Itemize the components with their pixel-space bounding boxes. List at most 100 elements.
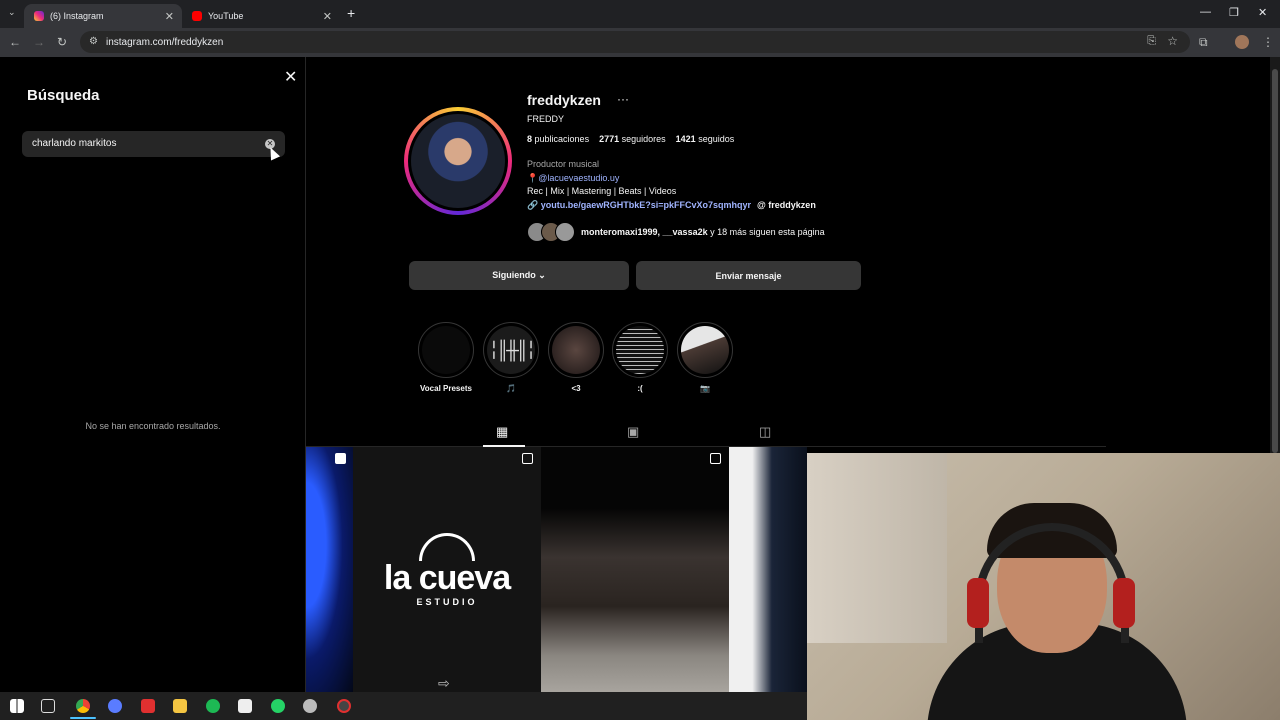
lacueva-logo-arch xyxy=(419,533,475,561)
avatar xyxy=(555,222,575,242)
search-input-value[interactable]: charlando markitos xyxy=(32,138,116,149)
restore-icon[interactable]: ❐ xyxy=(1229,6,1239,19)
avatar-image xyxy=(411,114,505,208)
highlight-label: 📷 xyxy=(700,384,710,393)
file-explorer-icon[interactable] xyxy=(173,699,187,713)
following-button[interactable]: Siguiendo ⌄ xyxy=(409,261,629,290)
post-thumbnail[interactable] xyxy=(541,447,729,692)
profile-stats: 8 publicaciones 2771 seguidores 1421 seg… xyxy=(527,134,734,144)
followed-by[interactable]: monteromaxi1999, __vassa2k y 18 más sigu… xyxy=(527,222,825,242)
tab-list-icon[interactable]: ⌄ xyxy=(8,7,16,18)
instagram-icon xyxy=(34,11,44,21)
search-input[interactable]: charlando markitos ✕ xyxy=(22,131,285,157)
install-app-icon[interactable]: ⎘ xyxy=(1147,35,1156,48)
close-tab-icon[interactable]: ✕ xyxy=(323,10,332,23)
bio-category: Productor musical xyxy=(527,159,600,169)
search-title: Búsqueda xyxy=(27,87,100,104)
highlight-label: 🎵 xyxy=(506,384,516,393)
highlight-item[interactable]: :( xyxy=(612,322,668,393)
tab-youtube[interactable]: YouTube ✕ xyxy=(182,4,340,28)
close-window-icon[interactable]: ✕ xyxy=(1258,6,1267,19)
chrome-icon[interactable] xyxy=(76,699,90,713)
carousel-icon xyxy=(522,453,533,464)
recorder-icon[interactable] xyxy=(337,699,351,713)
stat-posts: 8 publicaciones xyxy=(527,134,590,144)
highlight-cover: ╎║╫║╎ xyxy=(483,322,539,378)
highlight-label: Vocal Presets xyxy=(420,384,472,393)
webcam-curtain xyxy=(807,453,947,643)
highlight-label: :( xyxy=(637,384,643,393)
whatsapp-icon[interactable] xyxy=(271,699,285,713)
bookmark-star-icon[interactable]: ☆ xyxy=(1167,34,1178,48)
highlight-cover xyxy=(418,322,474,378)
waveform-icon: ╎║╫║╎ xyxy=(487,326,536,374)
highlight-cover xyxy=(677,322,733,378)
send-message-button[interactable]: Enviar mensaje xyxy=(636,261,861,290)
avatar xyxy=(408,111,508,211)
more-options-icon[interactable]: ··· xyxy=(617,92,629,106)
reel-icon xyxy=(335,453,346,464)
browser-app-icon[interactable] xyxy=(108,699,122,713)
capcut-icon[interactable] xyxy=(238,699,252,713)
highlight-cover xyxy=(548,322,604,378)
close-tab-icon[interactable]: ✕ xyxy=(165,10,174,23)
reels-icon[interactable]: ▣ xyxy=(627,424,639,440)
youtube-icon xyxy=(192,11,202,21)
highlight-label: <3 xyxy=(571,384,581,393)
carousel-icon xyxy=(710,453,721,464)
highlight-item[interactable]: <3 xyxy=(548,322,604,393)
highlight-cover xyxy=(612,322,668,378)
minimize-icon[interactable]: — xyxy=(1200,6,1211,18)
app-icon[interactable] xyxy=(303,699,317,713)
windows-taskbar xyxy=(0,692,807,720)
bio-mention-link[interactable]: 📍@lacuevaestudio.uy xyxy=(527,173,619,184)
headphone-earcup xyxy=(1113,578,1135,628)
search-panel: Búsqueda ✕ charlando markitos ✕ No se ha… xyxy=(0,57,306,692)
scrollbar-thumb[interactable] xyxy=(1272,69,1278,453)
stat-following[interactable]: 1421 seguidos xyxy=(676,134,735,144)
windows-start-icon[interactable] xyxy=(10,699,24,713)
stat-followers[interactable]: 2771 seguidores xyxy=(599,134,666,144)
back-icon[interactable]: ← xyxy=(9,34,21,50)
forward-icon[interactable]: → xyxy=(33,34,45,50)
profile-username: freddykzen xyxy=(527,92,601,108)
lacueva-logo-title: la cueva xyxy=(383,559,511,597)
site-info-icon[interactable]: ⚙ xyxy=(89,36,98,47)
new-tab-icon[interactable]: + xyxy=(347,5,355,21)
menu-kebab-icon[interactable]: ⋮ xyxy=(1262,34,1274,50)
tab-instagram[interactable]: (6) Instagram ✕ xyxy=(24,4,182,28)
story-ring[interactable] xyxy=(404,107,512,215)
share-arrow-icon: ⇨ xyxy=(438,675,450,691)
webcam-overlay xyxy=(807,453,1280,720)
threads-icon: @ xyxy=(757,200,766,210)
link-icon: 🔗 xyxy=(527,200,539,210)
grid-icon[interactable]: ▦ xyxy=(496,424,508,440)
no-results-message: No se han encontrado resultados. xyxy=(85,421,221,431)
profile-avatar[interactable] xyxy=(1235,35,1249,49)
browser-toolbar: ← → ↻ ⚙ instagram.com/freddykzen ⎘ ☆ ⧉ ⋮ xyxy=(0,28,1280,57)
highlight-item[interactable]: ╎║╫║╎ 🎵 xyxy=(483,322,539,393)
url-text: instagram.com/freddykzen xyxy=(106,36,224,48)
media-app-icon[interactable] xyxy=(141,699,155,713)
browser-tab-bar: ⌄ (6) Instagram ✕ YouTube ✕ + — ❐ ✕ xyxy=(0,0,1280,28)
close-icon[interactable]: ✕ xyxy=(284,67,297,87)
headphone-earcup xyxy=(967,578,989,628)
post-thumbnail[interactable] xyxy=(729,447,807,692)
bio-external-link[interactable]: 🔗 youtu.be/gaewRGHTbkE?si=pkFFCvXo7sqmhq… xyxy=(527,200,751,211)
highlight-item[interactable]: 📷 xyxy=(677,322,733,393)
page-scrollbar[interactable] xyxy=(1270,57,1280,453)
threads-link[interactable]: @ freddykzen xyxy=(757,200,816,210)
active-app-indicator xyxy=(70,717,96,719)
highlight-item[interactable]: Vocal Presets xyxy=(418,322,474,393)
reload-icon[interactable]: ↻ xyxy=(57,34,67,50)
tab-youtube-label: YouTube xyxy=(208,11,244,21)
spotify-icon[interactable] xyxy=(206,699,220,713)
address-bar[interactable]: ⚙ instagram.com/freddykzen ⎘ ☆ xyxy=(80,31,1190,53)
post-thumbnail[interactable] xyxy=(306,447,353,692)
task-view-icon[interactable] xyxy=(41,699,55,713)
bio-text: Rec | Mix | Mastering | Beats | Videos xyxy=(527,186,677,196)
post-thumbnail[interactable]: la cueva ESTUDIO ⇨ xyxy=(353,447,541,692)
profile-full-name: FREDDY xyxy=(527,114,565,124)
extensions-icon[interactable]: ⧉ xyxy=(1199,34,1208,50)
tagged-icon[interactable]: ◫ xyxy=(759,424,771,440)
